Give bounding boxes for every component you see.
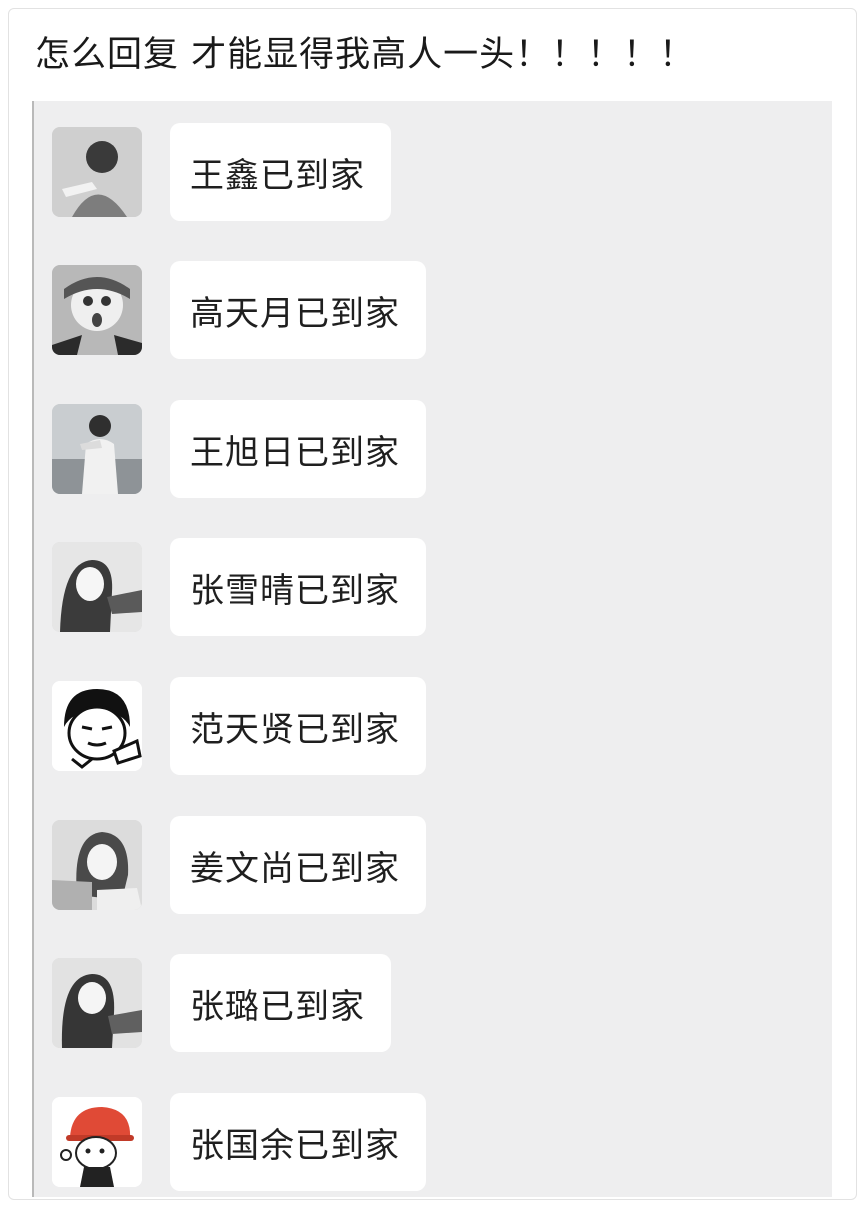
photo-avatar-icon[interactable]: [52, 958, 142, 1048]
message-bubble: 姜文尚已到家: [170, 816, 426, 914]
photo-avatar-icon[interactable]: [52, 542, 142, 632]
cartoon-avatar-icon[interactable]: [52, 681, 142, 771]
photo-avatar-icon[interactable]: [52, 820, 142, 910]
chat-message[interactable]: 张国余已到家: [52, 1087, 426, 1197]
chat-message[interactable]: 王鑫已到家: [52, 117, 391, 227]
chat-message[interactable]: 王旭日已到家: [52, 394, 426, 504]
chat-message[interactable]: 姜文尚已到家: [52, 810, 426, 920]
chat-message[interactable]: 张雪晴已到家: [52, 532, 426, 642]
message-bubble: 高天月已到家: [170, 261, 426, 359]
chat-message[interactable]: 张璐已到家: [52, 948, 391, 1058]
message-bubble: 张国余已到家: [170, 1093, 426, 1191]
photo-avatar-icon[interactable]: [52, 404, 142, 494]
post-caption: 怎么回复 才能显得我高人一头！！！！！: [35, 35, 696, 75]
chat-message[interactable]: 高天月已到家: [52, 255, 426, 365]
message-bubble: 范天贤已到家: [170, 677, 426, 775]
chat-area[interactable]: 王鑫已到家 高天月已到家 王旭日已到家 张雪晴已到家 范天贤已到家 姜文尚已到家: [32, 101, 832, 1197]
photo-avatar-icon[interactable]: [52, 265, 142, 355]
message-bubble: 王鑫已到家: [170, 123, 391, 221]
message-bubble: 王旭日已到家: [170, 400, 426, 498]
chat-message[interactable]: 范天贤已到家: [52, 671, 426, 781]
message-bubble: 张璐已到家: [170, 954, 391, 1052]
message-bubble: 张雪晴已到家: [170, 538, 426, 636]
cartoon-avatar-icon[interactable]: [52, 1097, 142, 1187]
photo-avatar-icon[interactable]: [52, 127, 142, 217]
